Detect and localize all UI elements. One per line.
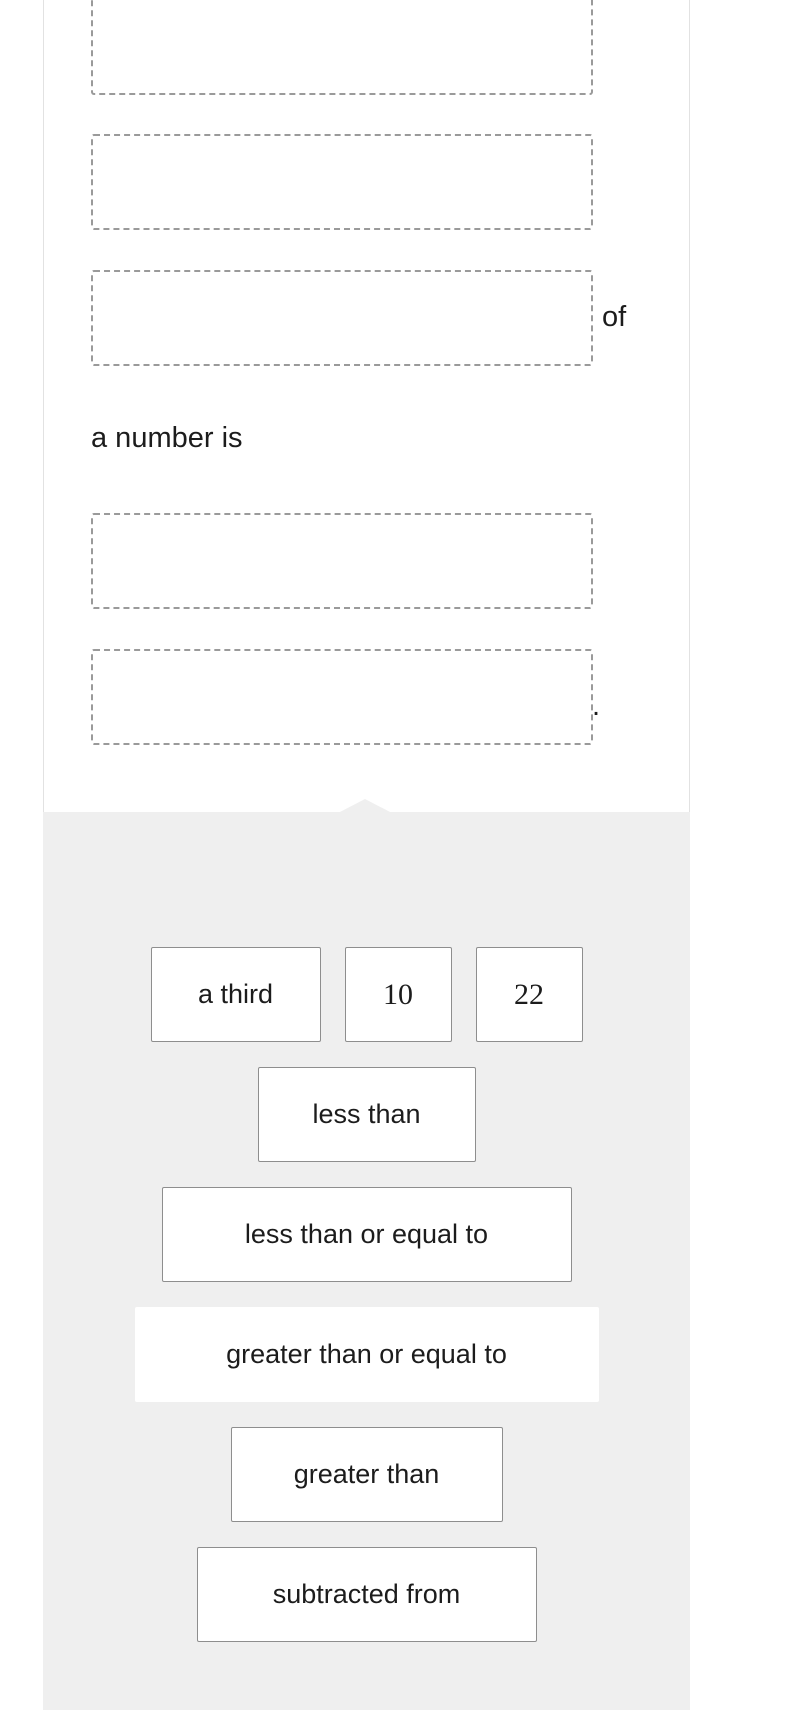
answer-tile[interactable]: 10 bbox=[344, 947, 452, 1042]
static-phrase-a-number-is: a number is bbox=[91, 422, 243, 454]
tray-notch-arrow bbox=[338, 799, 392, 813]
answer-tile[interactable]: 22 bbox=[475, 947, 583, 1042]
tile-row-2: less than bbox=[43, 1067, 690, 1162]
dropzone-1[interactable] bbox=[91, 0, 593, 95]
answer-tile[interactable]: greater than or equal to bbox=[134, 1307, 599, 1402]
dropzone-2[interactable] bbox=[91, 134, 593, 230]
answer-tile[interactable]: subtracted from bbox=[196, 1547, 537, 1642]
dropzone-3[interactable] bbox=[91, 270, 593, 366]
answer-tile[interactable]: a third bbox=[150, 947, 321, 1042]
static-period: . bbox=[592, 690, 601, 722]
answer-tile[interactable]: less than bbox=[257, 1067, 476, 1162]
dropzone-4[interactable] bbox=[91, 513, 593, 609]
tile-row-6: subtracted from bbox=[43, 1547, 690, 1642]
tile-row-1: a third 10 22 bbox=[43, 947, 690, 1042]
tile-row-4: greater than or equal to bbox=[43, 1307, 690, 1402]
answer-tile[interactable]: less than or equal to bbox=[161, 1187, 572, 1282]
static-word-of: of bbox=[602, 301, 627, 333]
exercise-page: of a number is . a third 10 22 less than les… bbox=[0, 0, 800, 1710]
answer-tile[interactable]: greater than bbox=[230, 1427, 503, 1522]
dropzone-5[interactable] bbox=[91, 649, 593, 745]
tile-row-5: greater than bbox=[43, 1427, 690, 1522]
answer-tile-tray: a third 10 22 less than less than or equal t… bbox=[43, 812, 690, 1710]
tile-row-3: less than or equal to bbox=[43, 1187, 690, 1282]
